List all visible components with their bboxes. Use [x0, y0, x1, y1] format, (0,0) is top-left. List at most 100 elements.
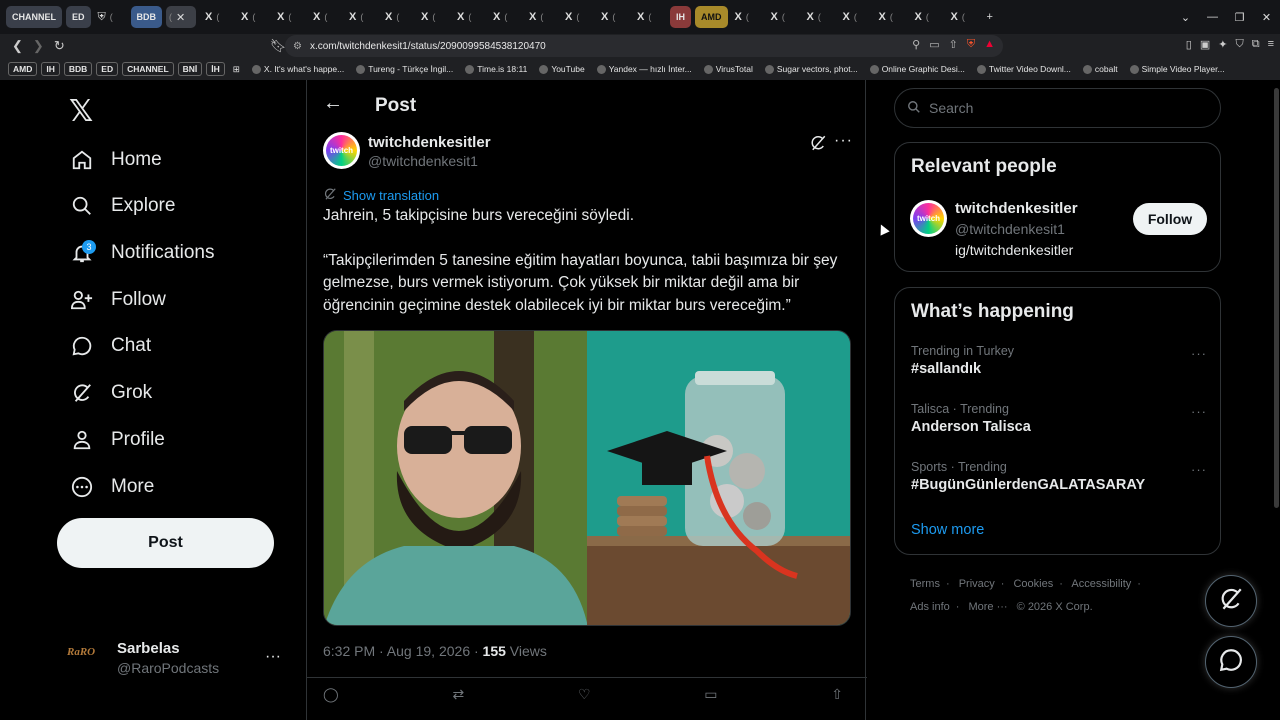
bookmark-item[interactable]: Yandex — hızlı İnter... [593, 63, 696, 75]
author-handle[interactable]: @twitchdenkesit1 [368, 153, 478, 169]
nav-profile[interactable]: Profile [69, 422, 165, 458]
grok-fab[interactable] [1205, 575, 1257, 627]
trend-item[interactable]: Talisca · Trending Anderson Talisca ··· [911, 402, 1207, 435]
tab-x[interactable]: X( [562, 6, 592, 28]
tab-ih[interactable]: IH [670, 6, 692, 28]
grok-icon[interactable] [809, 134, 827, 157]
bookmark-item[interactable]: BDB [63, 62, 93, 76]
follow-button[interactable]: Follow [1133, 203, 1207, 235]
tab-x[interactable]: X( [912, 6, 942, 28]
trend-item[interactable]: Sports · Trending #BugünGünlerdenGALATAS… [911, 460, 1207, 493]
person-handle[interactable]: @twitchdenkesit1 [955, 221, 1065, 237]
bookmark-item[interactable]: X. It's what's happe... [248, 63, 348, 75]
forward-icon[interactable]: ❯ [33, 38, 44, 54]
wallet-icon[interactable]: ▣ [1200, 38, 1210, 51]
nav-home[interactable]: Home [69, 142, 162, 178]
back-arrow-icon[interactable]: ← [323, 92, 343, 115]
footer-ads-info[interactable]: Ads info [910, 601, 950, 613]
tab-x[interactable]: X( [382, 6, 412, 28]
search-input[interactable]: Search [894, 88, 1221, 128]
vpn-icon[interactable]: ⛉ [1235, 38, 1243, 51]
avatar[interactable]: twitch [910, 200, 947, 237]
bookmark-item[interactable]: Simple Video Player... [1126, 63, 1229, 75]
site-info-icon[interactable]: ⚙ [293, 41, 302, 52]
footer-cookies[interactable]: Cookies [1013, 578, 1053, 590]
bookmark-item[interactable]: AMD [8, 62, 38, 76]
tab-shield[interactable]: ⛨( [95, 6, 125, 28]
share-icon[interactable]: ⇧ [949, 38, 958, 51]
footer-terms[interactable]: Terms [910, 578, 940, 590]
zoom-icon[interactable]: ⚲ [912, 38, 920, 51]
nav-notifications[interactable]: 3 Notifications [69, 235, 215, 271]
tab-x[interactable]: X( [238, 6, 268, 28]
tab-channel[interactable]: CHANNEL [6, 6, 62, 28]
bookmark-item[interactable]: Tureng - Türkçe İngil... [352, 63, 457, 75]
tab-x[interactable]: X( [948, 6, 978, 28]
tab-x[interactable]: X( [346, 6, 376, 28]
tab-x[interactable]: X( [274, 6, 304, 28]
more-icon[interactable]: ··· [1191, 404, 1207, 419]
x-logo-icon[interactable]: 𝕏 [69, 94, 93, 129]
person-name[interactable]: twitchdenkesitler [955, 200, 1078, 217]
repost-icon[interactable]: ⇄ [452, 686, 464, 703]
tab-x[interactable]: X( [598, 6, 628, 28]
tab-ed[interactable]: ED [66, 6, 91, 28]
bookmark-item[interactable]: YouTube [535, 63, 588, 75]
post-more-icon[interactable]: ··· [834, 132, 853, 150]
post-media[interactable] [323, 330, 851, 626]
back-icon[interactable]: ❮ [12, 38, 23, 54]
tab-search-icon[interactable]: ⌄ [1172, 11, 1199, 24]
apps-grid-icon[interactable]: ⊞ [229, 63, 244, 76]
bookmark-item[interactable]: cobalt [1079, 63, 1122, 75]
tab-x[interactable]: X( [876, 6, 906, 28]
photo-man[interactable] [324, 331, 587, 625]
author-avatar[interactable]: twitch [323, 132, 360, 169]
address-bar[interactable]: ⚙ x.com/twitchdenkesit1/status/209009958… [285, 35, 1003, 57]
tab-x[interactable]: X( [768, 6, 798, 28]
nav-more[interactable]: More [69, 469, 154, 505]
close-icon[interactable]: ✕ [176, 11, 185, 24]
tab-x[interactable]: X( [840, 6, 870, 28]
more-icon[interactable]: ··· [265, 648, 281, 666]
scrollbar[interactable] [1274, 88, 1279, 508]
tab-x[interactable]: X( [526, 6, 556, 28]
extensions-icon[interactable]: ⧉ [1252, 38, 1260, 51]
account-switcher[interactable]: RaRO Sarbelas @RaroPodcasts ··· [67, 636, 297, 680]
share-post-icon[interactable]: ⇧ [831, 686, 843, 703]
restore-icon[interactable]: ❐ [1226, 11, 1253, 24]
bookmark-item[interactable]: İH [206, 62, 225, 76]
tab-bdb[interactable]: BDB [130, 6, 163, 28]
url-text[interactable]: x.com/twitchdenkesit1/status/20900995845… [310, 41, 546, 52]
footer-accessibility[interactable]: Accessibility [1071, 578, 1131, 590]
reload-icon[interactable]: ↻ [54, 38, 65, 54]
tab-x[interactable]: X( [804, 6, 834, 28]
show-translation-link[interactable]: Show translation [323, 187, 439, 204]
chat-fab[interactable] [1205, 636, 1257, 688]
close-window-icon[interactable]: ✕ [1253, 11, 1280, 24]
bookmark-item[interactable]: Sugar vectors, phot... [761, 63, 862, 75]
post-button[interactable]: Post [57, 518, 274, 568]
tab-x[interactable]: X( [634, 6, 664, 28]
bookmark-item[interactable]: IH [41, 62, 60, 76]
menu-icon[interactable]: ≡ [1268, 38, 1274, 51]
bookmark-item[interactable]: Twitter Video Downl... [973, 63, 1075, 75]
like-icon[interactable]: ♡ [578, 686, 591, 703]
bookmark-item[interactable]: BNİ [177, 62, 203, 76]
tab-x[interactable]: X( [454, 6, 484, 28]
minimize-icon[interactable]: — [1199, 11, 1226, 23]
more-icon[interactable]: ··· [1191, 462, 1207, 477]
post-timestamp[interactable]: 6:32 PM · Aug 19, 2026 · [323, 643, 483, 659]
footer-more[interactable]: More ··· [968, 601, 1007, 613]
cast-icon[interactable]: ▭ [929, 38, 939, 51]
bookmark-item[interactable]: Online Graphic Desi... [866, 63, 969, 75]
bookmark-item[interactable]: ED [96, 62, 119, 76]
nav-grok[interactable]: Grok [69, 375, 152, 411]
footer-privacy[interactable]: Privacy [959, 578, 995, 590]
nav-explore[interactable]: Explore [69, 188, 175, 224]
tab-x[interactable]: X( [732, 6, 762, 28]
photo-graduation-jar[interactable] [587, 331, 850, 625]
nav-chat[interactable]: Chat [69, 328, 151, 364]
nav-follow[interactable]: Follow [69, 282, 166, 318]
bookmark-item[interactable]: Time.is 18:11 [461, 63, 531, 75]
bookmark-item[interactable]: VirusTotal [700, 63, 757, 75]
